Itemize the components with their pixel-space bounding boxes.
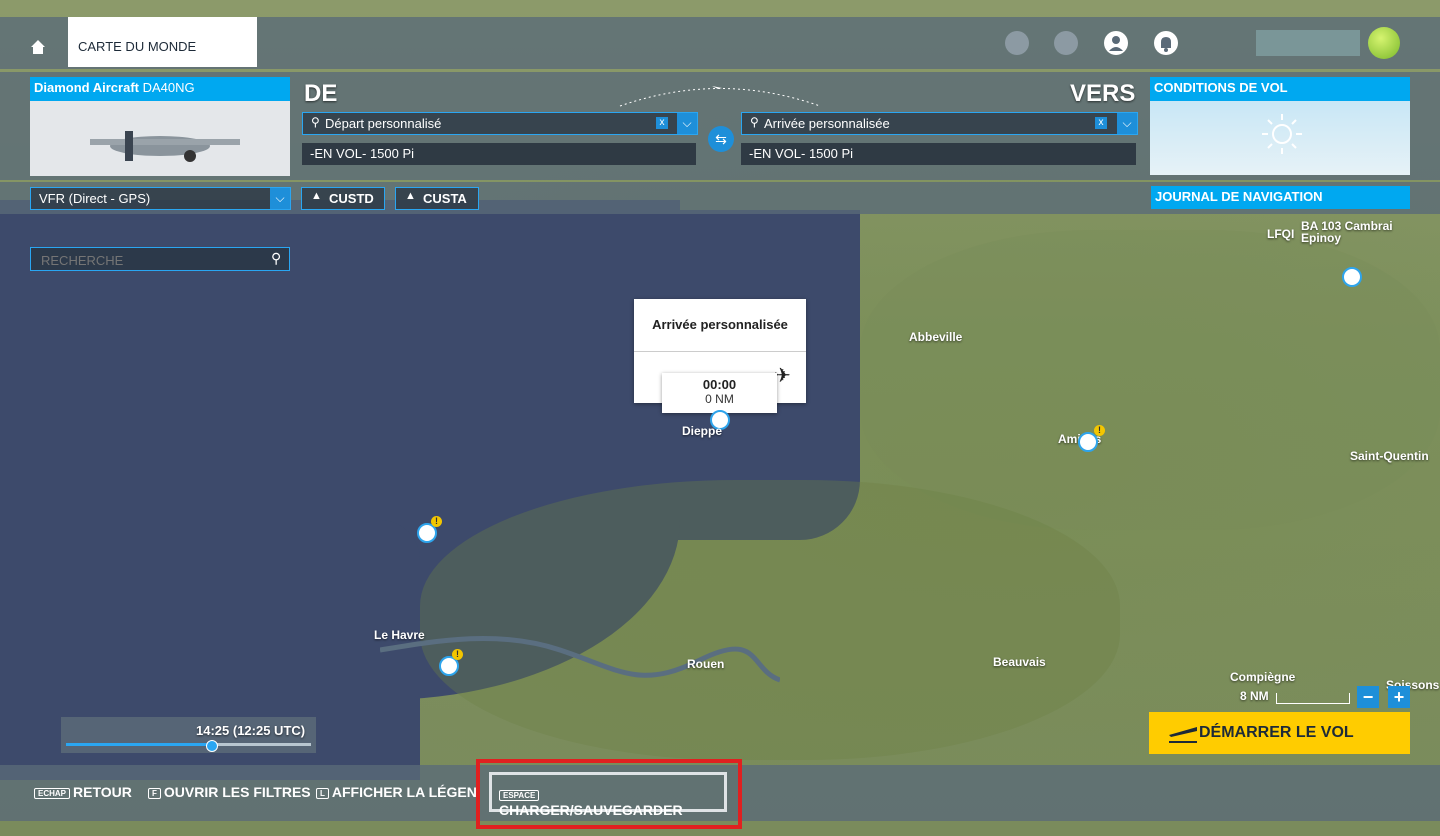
notifications-icon[interactable]	[1154, 31, 1178, 55]
load-save-label: CHARGER/SAUVEGARDER	[499, 802, 683, 818]
swap-icon[interactable]: ⇆	[708, 126, 734, 152]
tab-world-map[interactable]: CARTE DU MONDE	[68, 17, 257, 67]
search-icon[interactable]: ⚲	[271, 250, 281, 267]
time-slider-handle[interactable]	[205, 740, 218, 752]
flight-plan-type-select[interactable]: VFR (Direct - GPS) ⌵	[30, 187, 291, 210]
show-legend-label: AFFICHER LA LÉGENDE	[331, 784, 480, 800]
tab-world-map-label: CARTE DU MONDE	[78, 39, 197, 54]
open-filters-label: OUVRIR LES FILTRES	[163, 784, 311, 800]
flight-plan-bar: VFR (Direct - GPS) ⌵ ▲ CUSTD ▲ CUSTA JOU…	[0, 182, 1440, 214]
key-l: L	[316, 787, 329, 799]
waypoint-custa-label: CUSTA	[423, 191, 467, 206]
waypoint-custd[interactable]: ▲ CUSTD	[301, 187, 385, 210]
friends-icon[interactable]	[1054, 31, 1078, 55]
takeoff-icon	[1169, 727, 1197, 743]
airport-name-ba103: BA 103 Cambrai Epinoy	[1301, 219, 1393, 245]
city-le-havre: Le Havre	[374, 628, 425, 642]
username-placeholder	[1256, 30, 1360, 56]
pin-icon: ⚲	[750, 115, 759, 129]
popup-title: Arrivée personnalisée	[652, 317, 788, 332]
key-space: ESPACE	[499, 789, 540, 801]
map-scale-bar	[1276, 693, 1350, 704]
city-dieppe: Dieppe	[682, 424, 723, 438]
back-button[interactable]: ECHAP RETOUR	[34, 784, 132, 800]
airport-marker-amiens[interactable]	[1078, 432, 1098, 452]
activity-icon[interactable]	[1005, 31, 1029, 55]
time-slider-track[interactable]	[66, 743, 311, 746]
triangle-icon: ▲	[311, 190, 322, 202]
departure-altitude[interactable]: -EN VOL- 1500 Pi	[302, 143, 696, 165]
back-label: RETOUR	[73, 784, 132, 800]
chevron-down-icon[interactable]: ⌵	[677, 113, 697, 134]
navigation-log-button[interactable]: JOURNAL DE NAVIGATION	[1151, 186, 1410, 209]
flight-plan-type-value: VFR (Direct - GPS)	[39, 191, 151, 206]
arrival-value: Arrivée personnalisée	[764, 116, 890, 131]
departure-select[interactable]: ⚲ Départ personnalisé x ⌵	[302, 112, 698, 135]
load-save-button[interactable]: ESPACECHARGER/SAUVEGARDER	[489, 772, 727, 818]
flight-conditions-card[interactable]: CONDITIONS DE VOL	[1150, 77, 1410, 175]
route-bar: Diamond Aircraft DA40NG DE VERS ⚲ Départ…	[0, 72, 1440, 180]
chevron-down-icon[interactable]: ⌵	[270, 188, 290, 209]
departure-value: Départ personnalisé	[325, 116, 442, 131]
to-label: VERS	[1070, 80, 1136, 107]
key-escape: ECHAP	[34, 787, 71, 799]
show-legend-button[interactable]: L AFFICHER LA LÉGENDE	[316, 784, 480, 800]
warning-icon: !	[1094, 425, 1105, 436]
search-input[interactable]	[39, 250, 263, 270]
leg-time: 00:00	[702, 377, 737, 392]
waypoint-custd-label: CUSTD	[329, 191, 374, 206]
load-save-content: ESPACECHARGER/SAUVEGARDER	[499, 786, 724, 818]
departure-altitude-value: -EN VOL- 1500 Pi	[310, 146, 415, 161]
city-abbeville: Abbeville	[909, 330, 963, 344]
city-rouen: Rouen	[687, 657, 725, 671]
waypoint-custa[interactable]: ▲ CUSTA	[395, 187, 479, 210]
footer-bar: ECHAP RETOUR F OUVRIR LES FILTRES L AFFICHE…	[0, 759, 1440, 829]
city-beauvais: Beauvais	[993, 655, 1046, 669]
open-filters-button[interactable]: F OUVRIR LES FILTRES	[148, 784, 311, 800]
start-flight-button[interactable]: DÉMARRER LE VOL	[1149, 712, 1410, 754]
map-scale-label: 8 NM	[1240, 689, 1269, 703]
arrival-altitude[interactable]: -EN VOL- 1500 Pi	[741, 143, 1136, 165]
top-nav-bar: CARTE DU MONDE	[0, 17, 1440, 69]
city-compiegne: Compiègne	[1230, 670, 1296, 684]
home-icon[interactable]	[30, 39, 46, 55]
aircraft-image	[30, 101, 290, 176]
profile-icon[interactable]	[1104, 31, 1128, 55]
arrival-select[interactable]: ⚲ Arrivée personnalisée x ⌵	[741, 112, 1138, 135]
aircraft-brand: Diamond Aircraft	[34, 80, 139, 95]
avatar[interactable]	[1368, 27, 1400, 59]
zoom-out-button[interactable]: −	[1357, 686, 1379, 708]
aircraft-card[interactable]: Diamond Aircraft DA40NG	[30, 77, 290, 176]
key-f: F	[148, 787, 161, 799]
search-field[interactable]: ⚲	[30, 247, 290, 271]
pin-icon: ⚲	[311, 115, 320, 129]
leg-distance: 0 NM	[705, 392, 734, 406]
leg-info-tooltip: 00:00 0 NM	[662, 373, 777, 413]
airport-marker-lfqi[interactable]	[1342, 267, 1362, 287]
city-saint-quentin: Saint-Quentin	[1350, 449, 1429, 463]
warning-icon: !	[452, 649, 463, 660]
departure-clear-button[interactable]: x	[656, 117, 668, 129]
chevron-down-icon[interactable]: ⌵	[1117, 113, 1137, 134]
flight-conditions-title: CONDITIONS DE VOL	[1150, 77, 1410, 101]
from-label: DE	[304, 80, 338, 107]
zoom-in-button[interactable]: +	[1388, 686, 1410, 708]
aircraft-model: DA40NG	[142, 80, 195, 95]
arrival-altitude-value: -EN VOL- 1500 Pi	[749, 146, 854, 161]
warning-icon: !	[431, 516, 442, 527]
time-panel: 14:25 (12:25 UTC)	[61, 717, 316, 753]
sun-icon	[1262, 114, 1302, 154]
route-arc	[619, 86, 821, 107]
start-flight-label: DÉMARRER LE VOL	[1199, 724, 1354, 741]
arrival-clear-button[interactable]: x	[1095, 117, 1107, 129]
airport-code-lfqi: LFQI	[1267, 227, 1295, 241]
time-value: 14:25 (12:25 UTC)	[196, 723, 306, 738]
triangle-icon: ▲	[405, 190, 416, 202]
